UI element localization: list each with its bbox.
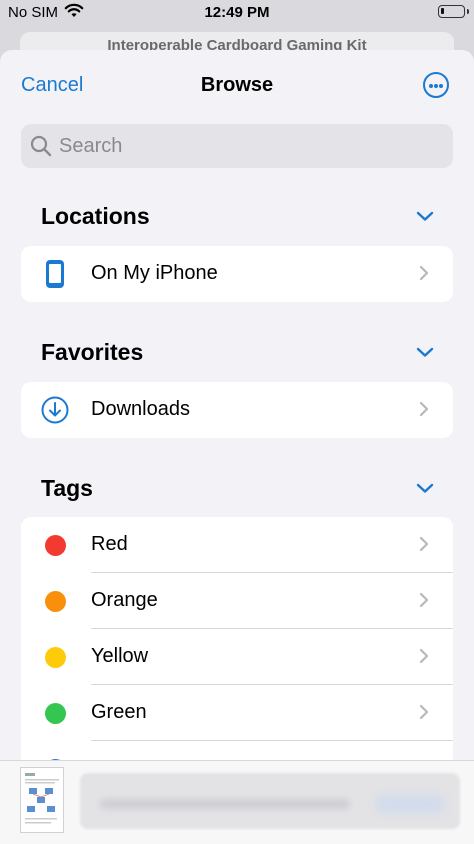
document-preview-icon bbox=[25, 773, 59, 824]
chevron-down-icon[interactable] bbox=[416, 210, 434, 222]
battery-icon bbox=[438, 5, 469, 18]
iphone-icon bbox=[46, 260, 64, 288]
chevron-right-icon bbox=[419, 401, 429, 417]
locations-list: On My iPhone bbox=[21, 246, 453, 302]
status-bar: No SIM 12:49 PM bbox=[0, 0, 474, 26]
list-item-downloads[interactable]: Downloads bbox=[21, 382, 453, 438]
tag-color-dot bbox=[45, 703, 66, 724]
list-item-label: Green bbox=[91, 701, 147, 723]
browse-sheet: Cancel Browse Search Locations On My iPh… bbox=[0, 50, 474, 843]
chevron-right-icon bbox=[419, 536, 429, 552]
tag-color-dot bbox=[45, 647, 66, 668]
list-item-tag-red[interactable]: Red bbox=[21, 517, 453, 573]
bottom-bar bbox=[0, 760, 474, 844]
list-item-label: On My iPhone bbox=[91, 262, 218, 284]
section-title-tags: Tags bbox=[41, 475, 93, 501]
blurred-action-bar bbox=[80, 773, 460, 829]
list-item-label: Orange bbox=[91, 589, 158, 611]
search-icon bbox=[30, 135, 52, 157]
list-item-tag-yellow[interactable]: Yellow bbox=[21, 629, 453, 685]
tag-color-dot bbox=[45, 535, 66, 556]
nav-bar: Cancel Browse bbox=[0, 50, 474, 120]
download-circle-icon bbox=[41, 396, 69, 424]
list-item-tag-orange[interactable]: Orange bbox=[21, 573, 453, 629]
more-options-icon[interactable] bbox=[423, 72, 449, 98]
page-title: Browse bbox=[200, 74, 274, 96]
clock: 12:49 PM bbox=[204, 4, 270, 21]
favorites-list: Downloads bbox=[21, 382, 453, 438]
chevron-down-icon[interactable] bbox=[416, 346, 434, 358]
tag-color-dot bbox=[45, 591, 66, 612]
search-placeholder: Search bbox=[59, 135, 123, 157]
section-title-locations: Locations bbox=[41, 203, 150, 229]
list-item-on-my-iphone[interactable]: On My iPhone bbox=[21, 246, 453, 302]
chevron-down-icon[interactable] bbox=[416, 482, 434, 494]
section-title-favorites: Favorites bbox=[41, 339, 144, 365]
search-input[interactable]: Search bbox=[21, 124, 453, 168]
list-item-label: Yellow bbox=[91, 645, 149, 667]
list-item-label: Downloads bbox=[91, 398, 190, 420]
chevron-right-icon bbox=[419, 592, 429, 608]
list-item-label: Red bbox=[91, 533, 128, 555]
chevron-right-icon bbox=[419, 648, 429, 664]
document-thumbnail[interactable] bbox=[20, 767, 64, 833]
list-item-tag-green[interactable]: Green bbox=[21, 685, 453, 741]
chevron-right-icon bbox=[419, 265, 429, 281]
chevron-right-icon bbox=[419, 704, 429, 720]
